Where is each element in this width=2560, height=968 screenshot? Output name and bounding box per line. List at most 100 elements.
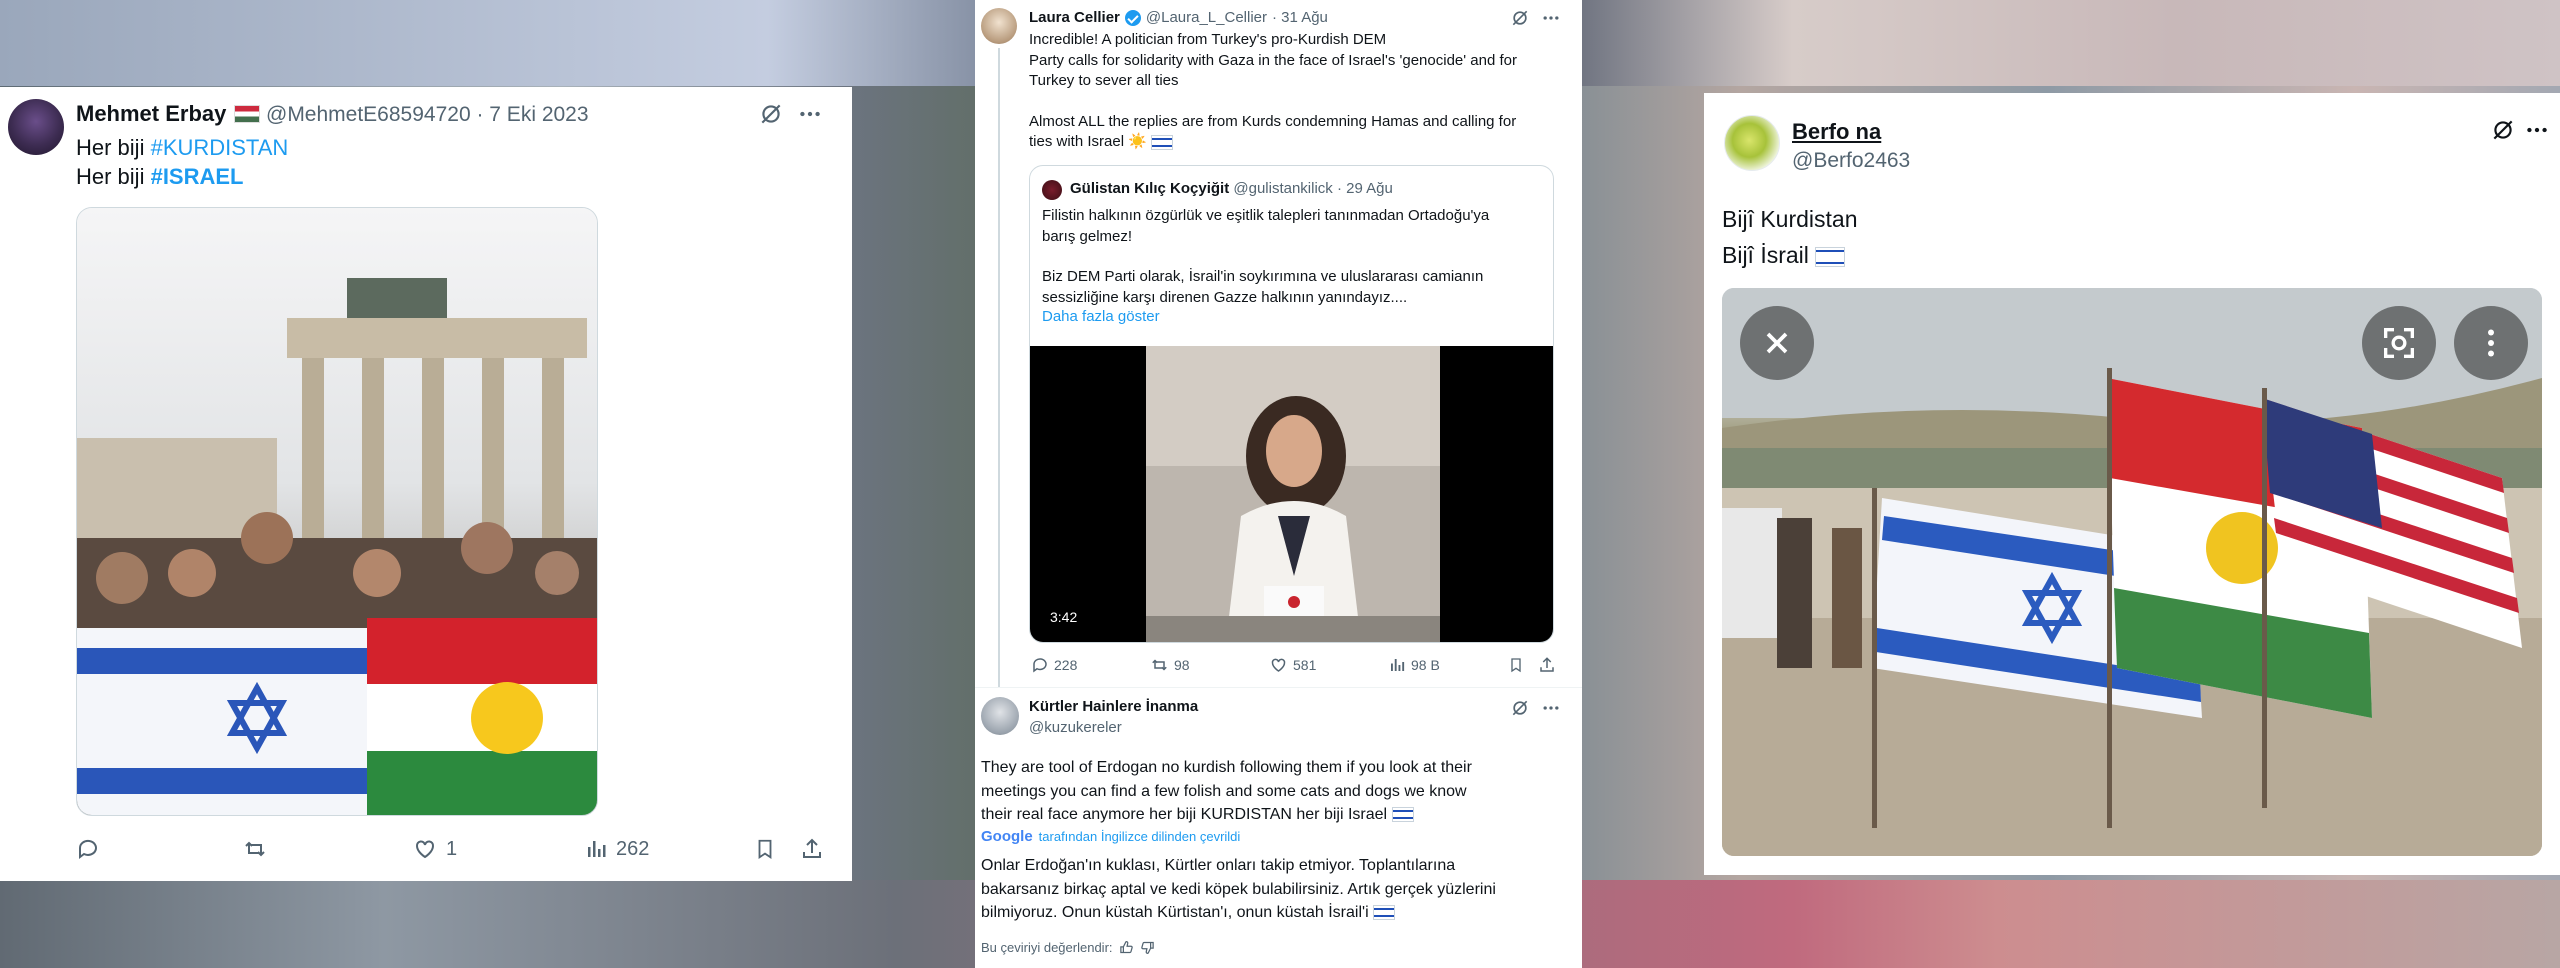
- tweet-text-line: Incredible! A politician from Turkey's p…: [1029, 31, 1387, 48]
- tweet-text-line: They are tool of Erdogan no kurdish foll…: [981, 759, 1472, 776]
- like-count: 1: [446, 837, 458, 860]
- image-options-button[interactable]: [2454, 306, 2528, 380]
- tweet-text-line: Biz DEM Parti olarak, İsrail'in soykırım…: [1042, 268, 1484, 285]
- reply-button[interactable]: 228: [1031, 656, 1077, 674]
- bookmark-icon: [758, 839, 772, 859]
- quoted-tweet[interactable]: Gülistan Kılıç Koçyiğit @gulistankilick …: [1029, 165, 1554, 643]
- hashtag-kurdistan[interactable]: #KURDISTAN: [151, 135, 289, 160]
- user-handle[interactable]: @kuzukereler: [1029, 719, 1122, 736]
- repost-icon: [245, 841, 265, 857]
- close-icon: [1766, 332, 1788, 354]
- tweet-text-line: Filistin halkının özgürlük ve eşitlik ta…: [1042, 207, 1490, 224]
- tweet-card-left: Mehmet Erbay @MehmetE68594720 · 7 Eki 20…: [0, 87, 852, 881]
- hashtag-israel[interactable]: #ISRAEL: [151, 164, 244, 189]
- video-player[interactable]: 3:42: [1030, 346, 1553, 642]
- thumbs-down-icon[interactable]: [1140, 940, 1155, 955]
- repost-count: 98: [1174, 657, 1190, 673]
- israel-flag-emoji: [1373, 905, 1396, 921]
- tweet-photo[interactable]: [1722, 288, 2542, 856]
- repost-button[interactable]: [242, 837, 268, 861]
- repost-button[interactable]: 98: [1150, 656, 1190, 674]
- tweet-text-line: Almost ALL the replies are from Kurds co…: [1029, 112, 1517, 130]
- tweet-text-line: Bijî İsrail: [1722, 242, 1809, 268]
- user-handle[interactable]: @Laura_L_Cellier: [1146, 9, 1267, 26]
- views-icon: [1391, 659, 1405, 671]
- share-icon: [1540, 657, 1554, 672]
- google-logo: Google: [981, 828, 1033, 845]
- views-button[interactable]: 262: [584, 837, 649, 861]
- translated-text: Onlar Erdoğan'ın kuklası, Kürtler onları…: [981, 854, 1571, 925]
- tweet-text-line: bilmiyoruz. Onun küstah Kürtistan'ı, onu…: [981, 904, 1369, 921]
- tweet-card-right: Berfo na @Berfo2463 Bijî Kurdistan Bijî …: [1704, 93, 2560, 875]
- lens-search-button[interactable]: [2362, 306, 2436, 380]
- grok-icon[interactable]: [758, 101, 784, 127]
- israel-flag-emoji: [1391, 807, 1414, 823]
- tweet-text: Bijî Kurdistan Bijî İsrail: [1722, 201, 1858, 273]
- grok-icon[interactable]: [1510, 698, 1530, 718]
- video-duration: 3:42: [1044, 608, 1084, 626]
- tweet-text-line: Her biji: [76, 164, 151, 189]
- vertical-dots-icon: [2488, 329, 2494, 357]
- reply-icon: [1033, 658, 1047, 673]
- avatar[interactable]: [1042, 180, 1062, 200]
- tweet-date[interactable]: · 7 Eki 2023: [476, 103, 588, 126]
- avatar[interactable]: [1724, 115, 1780, 171]
- tweet-text-line: barış gelmez!: [1042, 227, 1133, 245]
- repost-icon: [1152, 659, 1167, 671]
- share-icon: [803, 838, 821, 858]
- display-name[interactable]: Kürtler Hainlere İnanma: [1029, 698, 1198, 715]
- grok-icon[interactable]: [2490, 117, 2516, 143]
- reply-count: 228: [1054, 657, 1078, 673]
- views-button[interactable]: 98 B: [1388, 656, 1440, 674]
- like-button[interactable]: 1: [412, 837, 457, 861]
- tweet-card-middle: Laura Cellier @Laura_L_Cellier · 31 Ağu …: [975, 0, 1582, 968]
- hungary-flag-emoji: [234, 105, 261, 123]
- verified-badge-icon: [1124, 9, 1141, 26]
- close-button[interactable]: [1740, 306, 1814, 380]
- display-name[interactable]: Berfo na: [1792, 119, 1881, 145]
- lens-icon: [2384, 328, 2414, 358]
- display-name[interactable]: Gülistan Kılıç Koçyiğit: [1070, 180, 1229, 197]
- tweet-text-line: Bijî Kurdistan: [1722, 206, 1858, 232]
- heart-icon: [416, 840, 434, 859]
- display-name[interactable]: Laura Cellier: [1029, 9, 1120, 26]
- thread-line: [998, 48, 1000, 688]
- display-name[interactable]: Mehmet Erbay: [76, 101, 226, 127]
- views-icon: [588, 841, 606, 857]
- thumbs-up-icon[interactable]: [1119, 940, 1134, 955]
- tweet-text-line: Onlar Erdoğan'ın kuklası, Kürtler onları…: [981, 857, 1456, 874]
- more-options-icon[interactable]: [1541, 8, 1561, 28]
- user-handle[interactable]: @gulistankilick: [1233, 180, 1332, 197]
- more-options-icon[interactable]: [2524, 117, 2550, 143]
- divider: [975, 687, 1582, 688]
- israel-flag-emoji: [1815, 246, 1846, 267]
- like-button[interactable]: 581: [1269, 656, 1316, 674]
- avatar[interactable]: [8, 99, 64, 155]
- more-options-icon[interactable]: [1541, 698, 1561, 718]
- grok-icon[interactable]: [1510, 8, 1530, 28]
- user-handle[interactable]: @Berfo2463: [1792, 149, 1910, 173]
- tweet-photo[interactable]: [76, 207, 598, 816]
- tweet-text-line: their real face anymore her biji KURDIST…: [981, 806, 1388, 823]
- tweet-text-line: Turkey to sever all ties: [1029, 72, 1179, 89]
- israel-flag-emoji: [1151, 134, 1174, 150]
- bookmark-button[interactable]: [754, 837, 776, 861]
- tweet-date[interactable]: · 31 Ağu: [1272, 9, 1328, 26]
- reply-text: They are tool of Erdogan no kurdish foll…: [981, 756, 1571, 827]
- share-button[interactable]: [1538, 656, 1556, 674]
- more-options-icon[interactable]: [796, 101, 824, 127]
- user-handle[interactable]: @MehmetE68594720: [266, 103, 471, 126]
- share-button[interactable]: [800, 837, 824, 861]
- avatar[interactable]: [981, 697, 1019, 735]
- tweet-text-line: Party calls for solidarity with Gaza in …: [1029, 51, 1517, 69]
- show-more-link[interactable]: Daha fazla göster: [1042, 308, 1160, 325]
- quoted-tweet-text: Filistin halkının özgürlük ve eşitlik ta…: [1042, 206, 1542, 308]
- tweet-date[interactable]: · 29 Ağu: [1337, 180, 1393, 197]
- translation-source-link[interactable]: tarafından İngilizce dilinden çevrildi: [1039, 829, 1241, 844]
- view-count: 262: [616, 837, 650, 860]
- bookmark-button[interactable]: [1508, 656, 1524, 674]
- tweet-text-line: Her biji: [76, 135, 151, 160]
- avatar[interactable]: [981, 8, 1017, 44]
- view-count: 98 B: [1411, 657, 1440, 673]
- reply-button[interactable]: [76, 837, 100, 861]
